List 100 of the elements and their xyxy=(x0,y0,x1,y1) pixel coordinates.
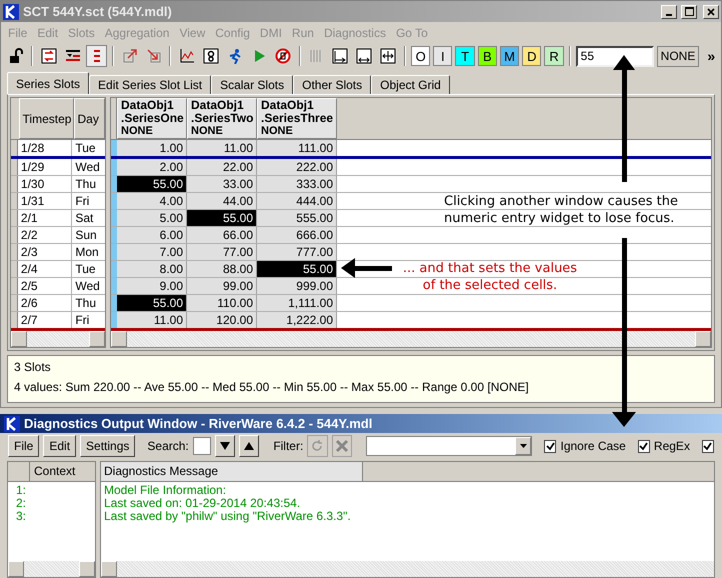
row-header[interactable] xyxy=(11,312,18,328)
search-label: Search: xyxy=(147,438,189,455)
row-header[interactable] xyxy=(11,159,18,175)
column-header: Context xyxy=(33,463,76,480)
tab[interactable]: Object Grid xyxy=(371,75,450,94)
flag-button[interactable]: I xyxy=(433,46,452,66)
table-cell[interactable]: 999.00 xyxy=(257,278,337,294)
up-button[interactable] xyxy=(239,435,260,457)
slot-name: .SeriesTwo xyxy=(191,112,253,125)
table-cell[interactable]: 11.00 xyxy=(117,312,187,328)
table-cell[interactable]: 55.00 xyxy=(117,176,187,192)
down-button[interactable] xyxy=(214,435,236,457)
flag-button[interactable]: T xyxy=(455,46,475,66)
maximize-button[interactable] xyxy=(681,4,697,18)
value-field[interactable]: 55 xyxy=(576,46,654,66)
slot-name: .SeriesThree xyxy=(261,112,333,125)
table-cell[interactable]: 120.00 xyxy=(187,312,257,328)
table-cell[interactable]: 55.00 xyxy=(257,261,337,277)
table-cell[interactable]: 5.00 xyxy=(117,210,187,226)
search-field[interactable] xyxy=(192,437,211,455)
table-cell[interactable]: 11.00 xyxy=(187,140,257,156)
table-cell-text: Wed xyxy=(74,159,101,175)
table-cell[interactable]: 111.00 xyxy=(257,140,337,156)
checkbox[interactable] xyxy=(544,440,556,452)
checkbox-label: Ignore Case xyxy=(560,438,626,455)
table-cell-text: Fri xyxy=(74,193,90,209)
filter-label: Filter: xyxy=(273,438,304,455)
table-cell[interactable]: 1.00 xyxy=(117,140,187,156)
row-header[interactable] xyxy=(11,176,18,192)
line-number: 1: xyxy=(15,484,28,497)
row-header[interactable] xyxy=(11,278,18,294)
column-header: Diagnostics Message xyxy=(101,462,363,481)
table-cell[interactable]: 9.00 xyxy=(117,278,187,294)
table-cell[interactable]: 8.00 xyxy=(117,261,187,277)
table-cell[interactable]: 2.00 xyxy=(117,159,187,175)
table-cell[interactable]: 110.00 xyxy=(187,295,257,311)
flag-button[interactable]: M xyxy=(500,46,520,66)
row-header[interactable] xyxy=(11,140,18,156)
table-cell-text: Tue xyxy=(74,261,97,277)
row-header[interactable] xyxy=(11,295,18,311)
row-header[interactable] xyxy=(11,227,18,243)
caret-icon xyxy=(520,444,527,448)
minimize-icon xyxy=(666,14,672,16)
table-cell: 1/31 xyxy=(18,193,72,209)
table-cell: 2/2 xyxy=(18,227,72,243)
menu-button[interactable]: File xyxy=(8,435,40,457)
window-title: Diagnostics Output Window - RiverWare 6.4.2 - 544Y.mdl xyxy=(24,414,372,433)
tab[interactable]: Scalar Slots xyxy=(211,75,294,94)
flag-button[interactable]: D xyxy=(522,46,542,66)
table-cell[interactable]: 666.00 xyxy=(257,227,337,243)
units-label: NONE xyxy=(656,46,700,66)
triangle-down-icon xyxy=(220,442,230,450)
flag-button[interactable]: O xyxy=(411,46,430,66)
table-cell[interactable]: 4.00 xyxy=(117,193,187,209)
row-header[interactable] xyxy=(11,261,18,277)
table-cell[interactable]: 222.00 xyxy=(257,159,337,175)
table-cell[interactable]: 333.00 xyxy=(257,176,337,192)
table-cell[interactable]: 88.00 xyxy=(187,261,257,277)
table-cell-text: Fri xyxy=(74,312,90,328)
table-cell[interactable]: 33.00 xyxy=(187,176,257,192)
table-cell[interactable]: 444.00 xyxy=(257,193,337,209)
close-button[interactable] xyxy=(703,4,719,18)
table-cell-text: Sat xyxy=(74,210,94,226)
row-header[interactable] xyxy=(11,244,18,260)
checkbox[interactable] xyxy=(638,440,650,452)
table-cell[interactable]: 555.00 xyxy=(257,210,337,226)
table-cell[interactable]: 22.00 xyxy=(187,159,257,175)
object-name: DataObj1 xyxy=(191,99,245,112)
table-cell[interactable]: 777.00 xyxy=(257,244,337,260)
table-cell[interactable]: 55.00 xyxy=(187,210,257,226)
slot-name: .SeriesOne xyxy=(121,112,183,125)
table-cell[interactable]: 6.00 xyxy=(117,227,187,243)
menu-button[interactable]: Edit xyxy=(43,435,76,457)
minimize-button[interactable] xyxy=(661,4,677,18)
table-cell[interactable]: 44.00 xyxy=(187,193,257,209)
clear-button[interactable] xyxy=(332,435,352,457)
units-label: NONE xyxy=(191,125,224,138)
row-header[interactable] xyxy=(11,210,18,226)
menu-button[interactable]: Settings xyxy=(80,435,136,457)
table-cell[interactable]: 66.00 xyxy=(187,227,257,243)
table-cell[interactable]: 99.00 xyxy=(187,278,257,294)
tab[interactable]: Series Slots xyxy=(7,72,90,94)
line-number: 3: xyxy=(15,510,28,523)
object-name: DataObj1 xyxy=(261,99,315,112)
table-cell[interactable]: 77.00 xyxy=(187,244,257,260)
tab[interactable]: Other Slots xyxy=(293,75,372,94)
window-title: SCT 544Y.sct (544Y.mdl) xyxy=(23,2,172,21)
overflow-button[interactable]: » xyxy=(705,46,718,66)
row-header[interactable] xyxy=(11,193,18,209)
tab[interactable]: Edit Series Slot List xyxy=(89,75,212,94)
table-cell[interactable]: 1,111.00 xyxy=(257,295,337,311)
checkbox[interactable] xyxy=(702,440,714,452)
flag-button[interactable]: B xyxy=(478,46,497,66)
table-cell[interactable]: 7.00 xyxy=(117,244,187,260)
summary-text: 4 values: Sum 220.00 -- Ave 55.00 -- Med 55.00 -- Min 55.00 -- Max 55.00 -- Range 0.00 [NONE] xyxy=(14,380,530,394)
table-cell[interactable]: 55.00 xyxy=(117,295,187,311)
bars-icon[interactable] xyxy=(86,45,108,67)
filter-dropdown[interactable] xyxy=(366,436,532,456)
table-cell[interactable]: 1,222.00 xyxy=(257,312,337,328)
flag-button[interactable]: R xyxy=(544,46,564,66)
